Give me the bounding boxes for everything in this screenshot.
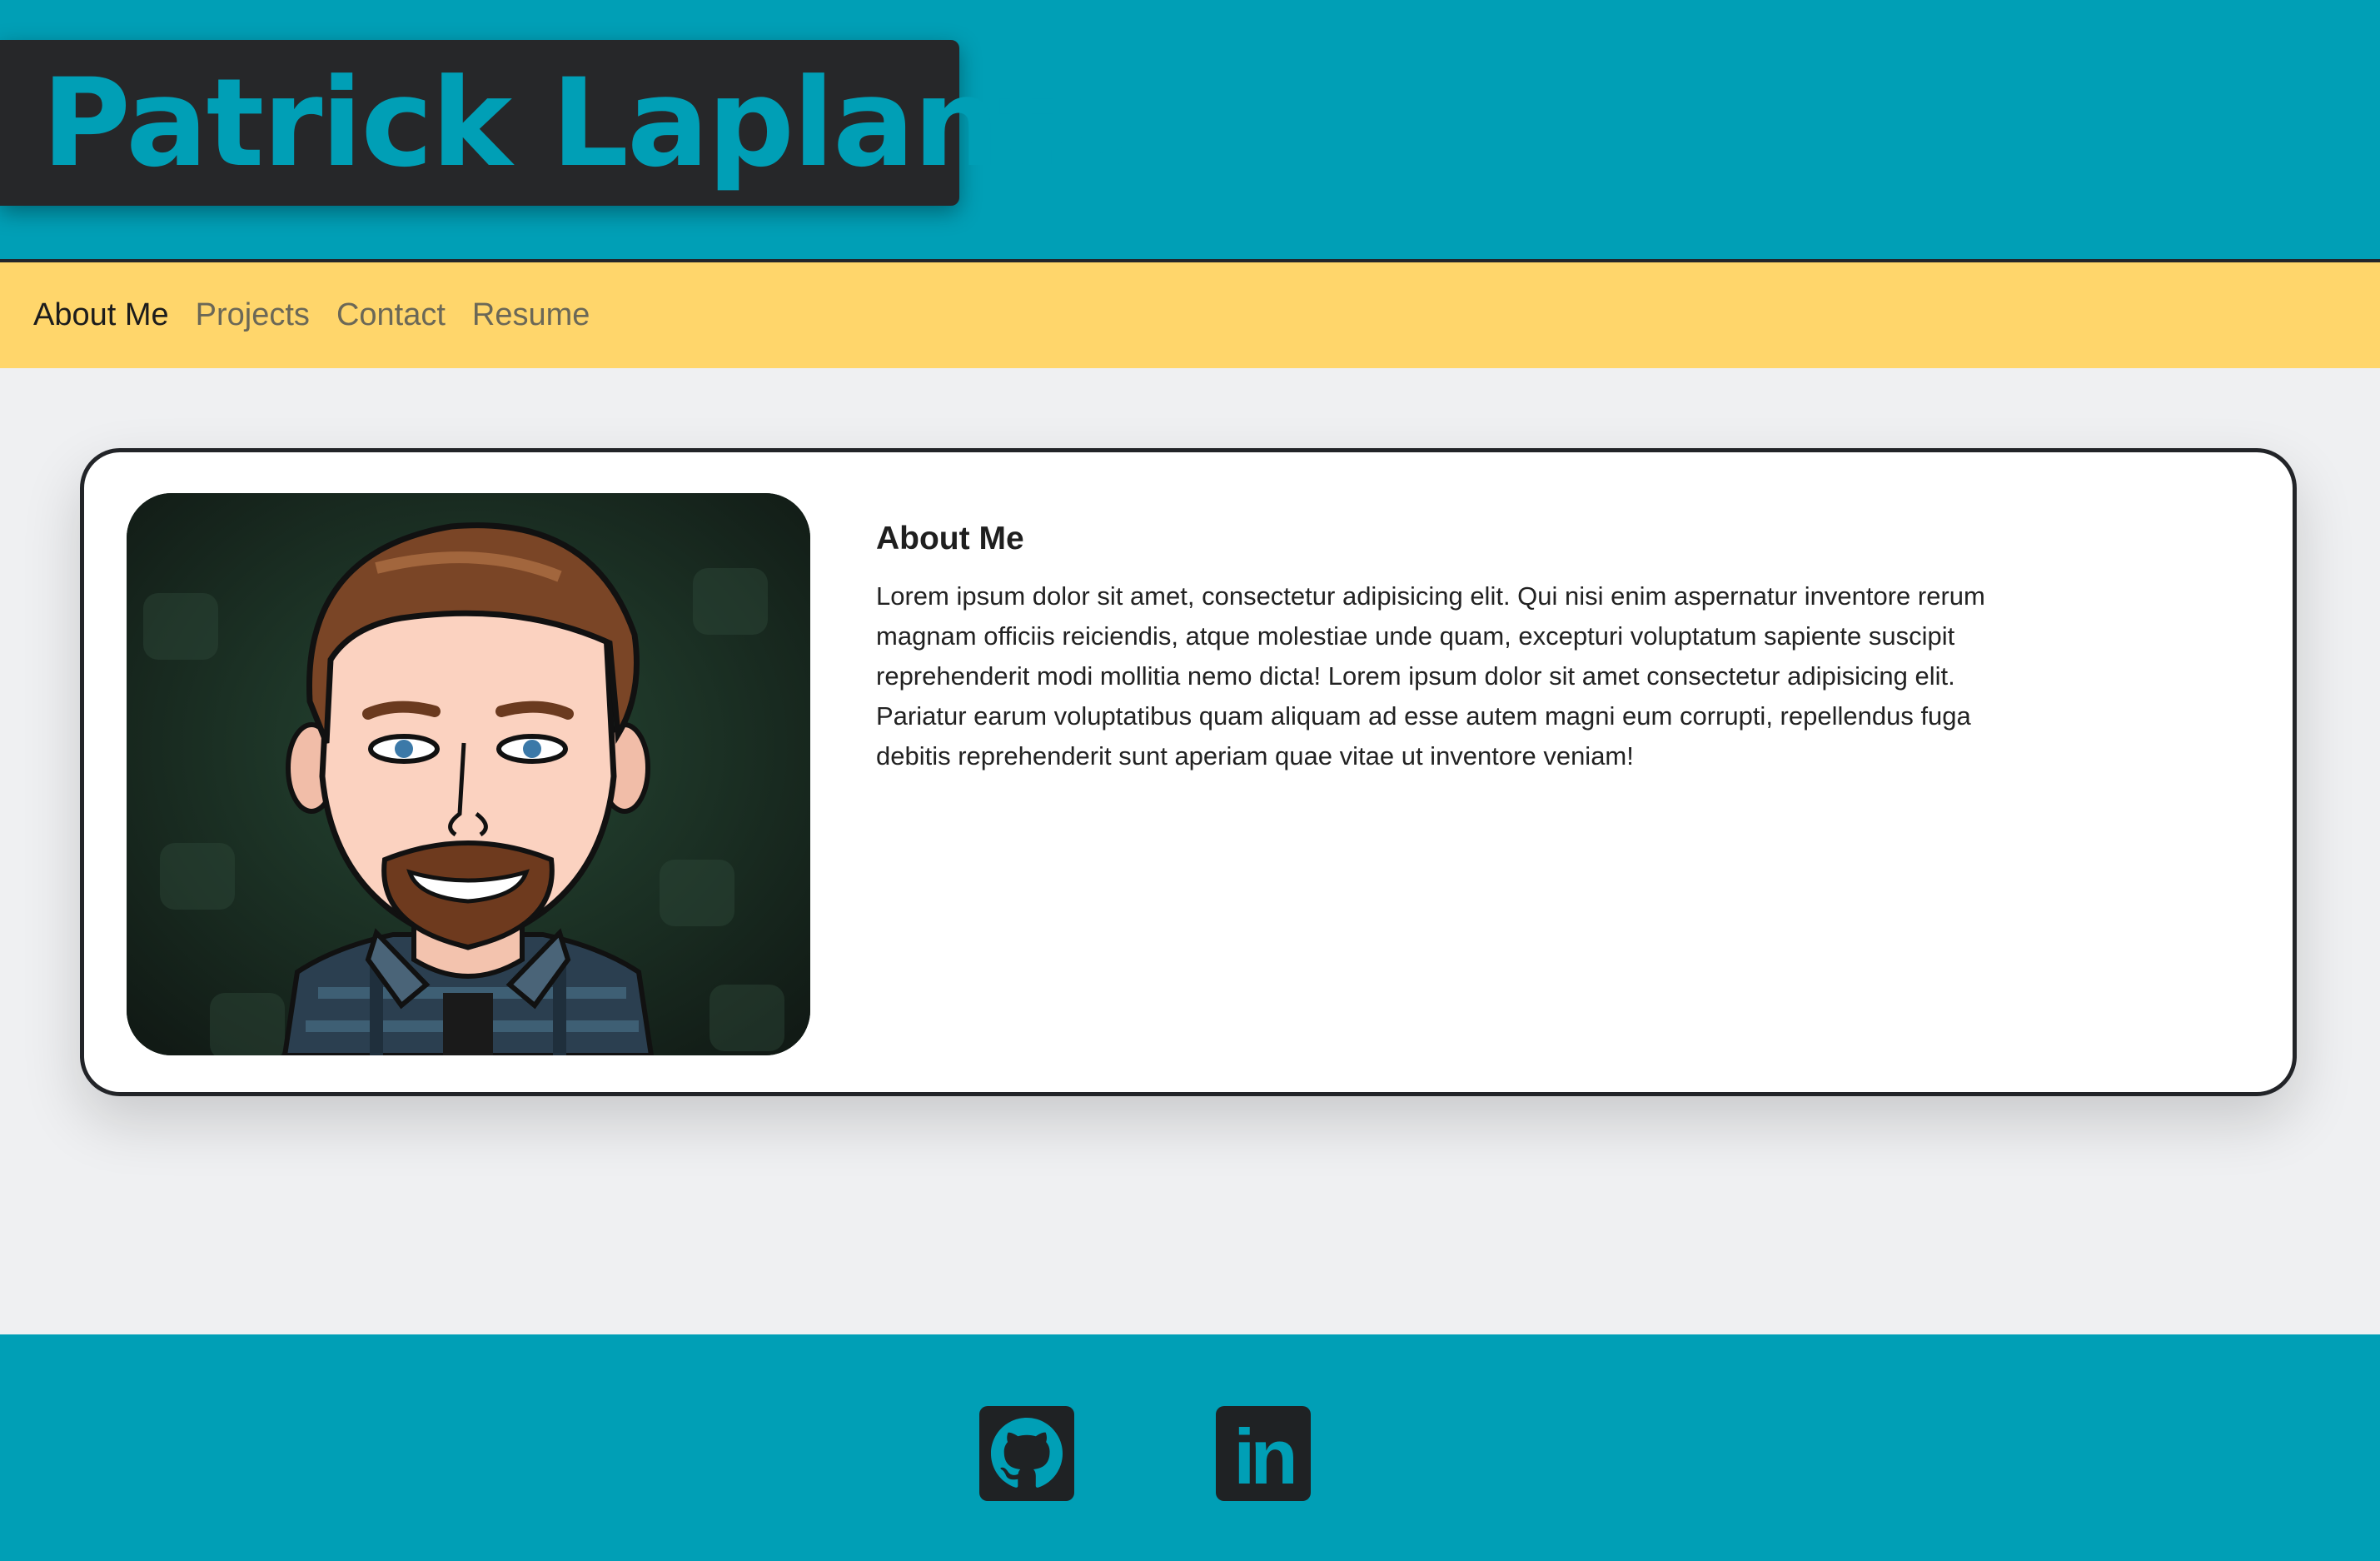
site-header: Patrick Laplante <box>0 0 2380 262</box>
nav-link-about-me[interactable]: About Me <box>33 297 169 333</box>
about-title: About Me <box>876 521 1024 556</box>
nav-link-projects[interactable]: Projects <box>196 297 310 333</box>
about-text: Lorem ipsum dolor sit amet, consectetur … <box>876 581 1985 771</box>
linkedin-icon: in <box>1233 1413 1298 1500</box>
site-title: Patrick Laplante <box>42 52 1137 194</box>
linkedin-link[interactable]: in <box>1216 1406 1311 1501</box>
nav-link-resume[interactable]: Resume <box>472 297 590 333</box>
avatar-illustration <box>127 493 810 1055</box>
github-icon <box>991 1418 1063 1488</box>
avatar-image <box>127 493 810 1055</box>
site-footer: in <box>0 1334 2380 1561</box>
about-card: About Me Lorem ipsum dolor sit amet, con… <box>80 448 2297 1096</box>
github-link[interactable] <box>979 1406 1074 1501</box>
navbar: About Me Projects Contact Resume <box>0 262 2380 368</box>
title-box: Patrick Laplante <box>0 40 1137 206</box>
nav-link-contact[interactable]: Contact <box>336 297 446 333</box>
